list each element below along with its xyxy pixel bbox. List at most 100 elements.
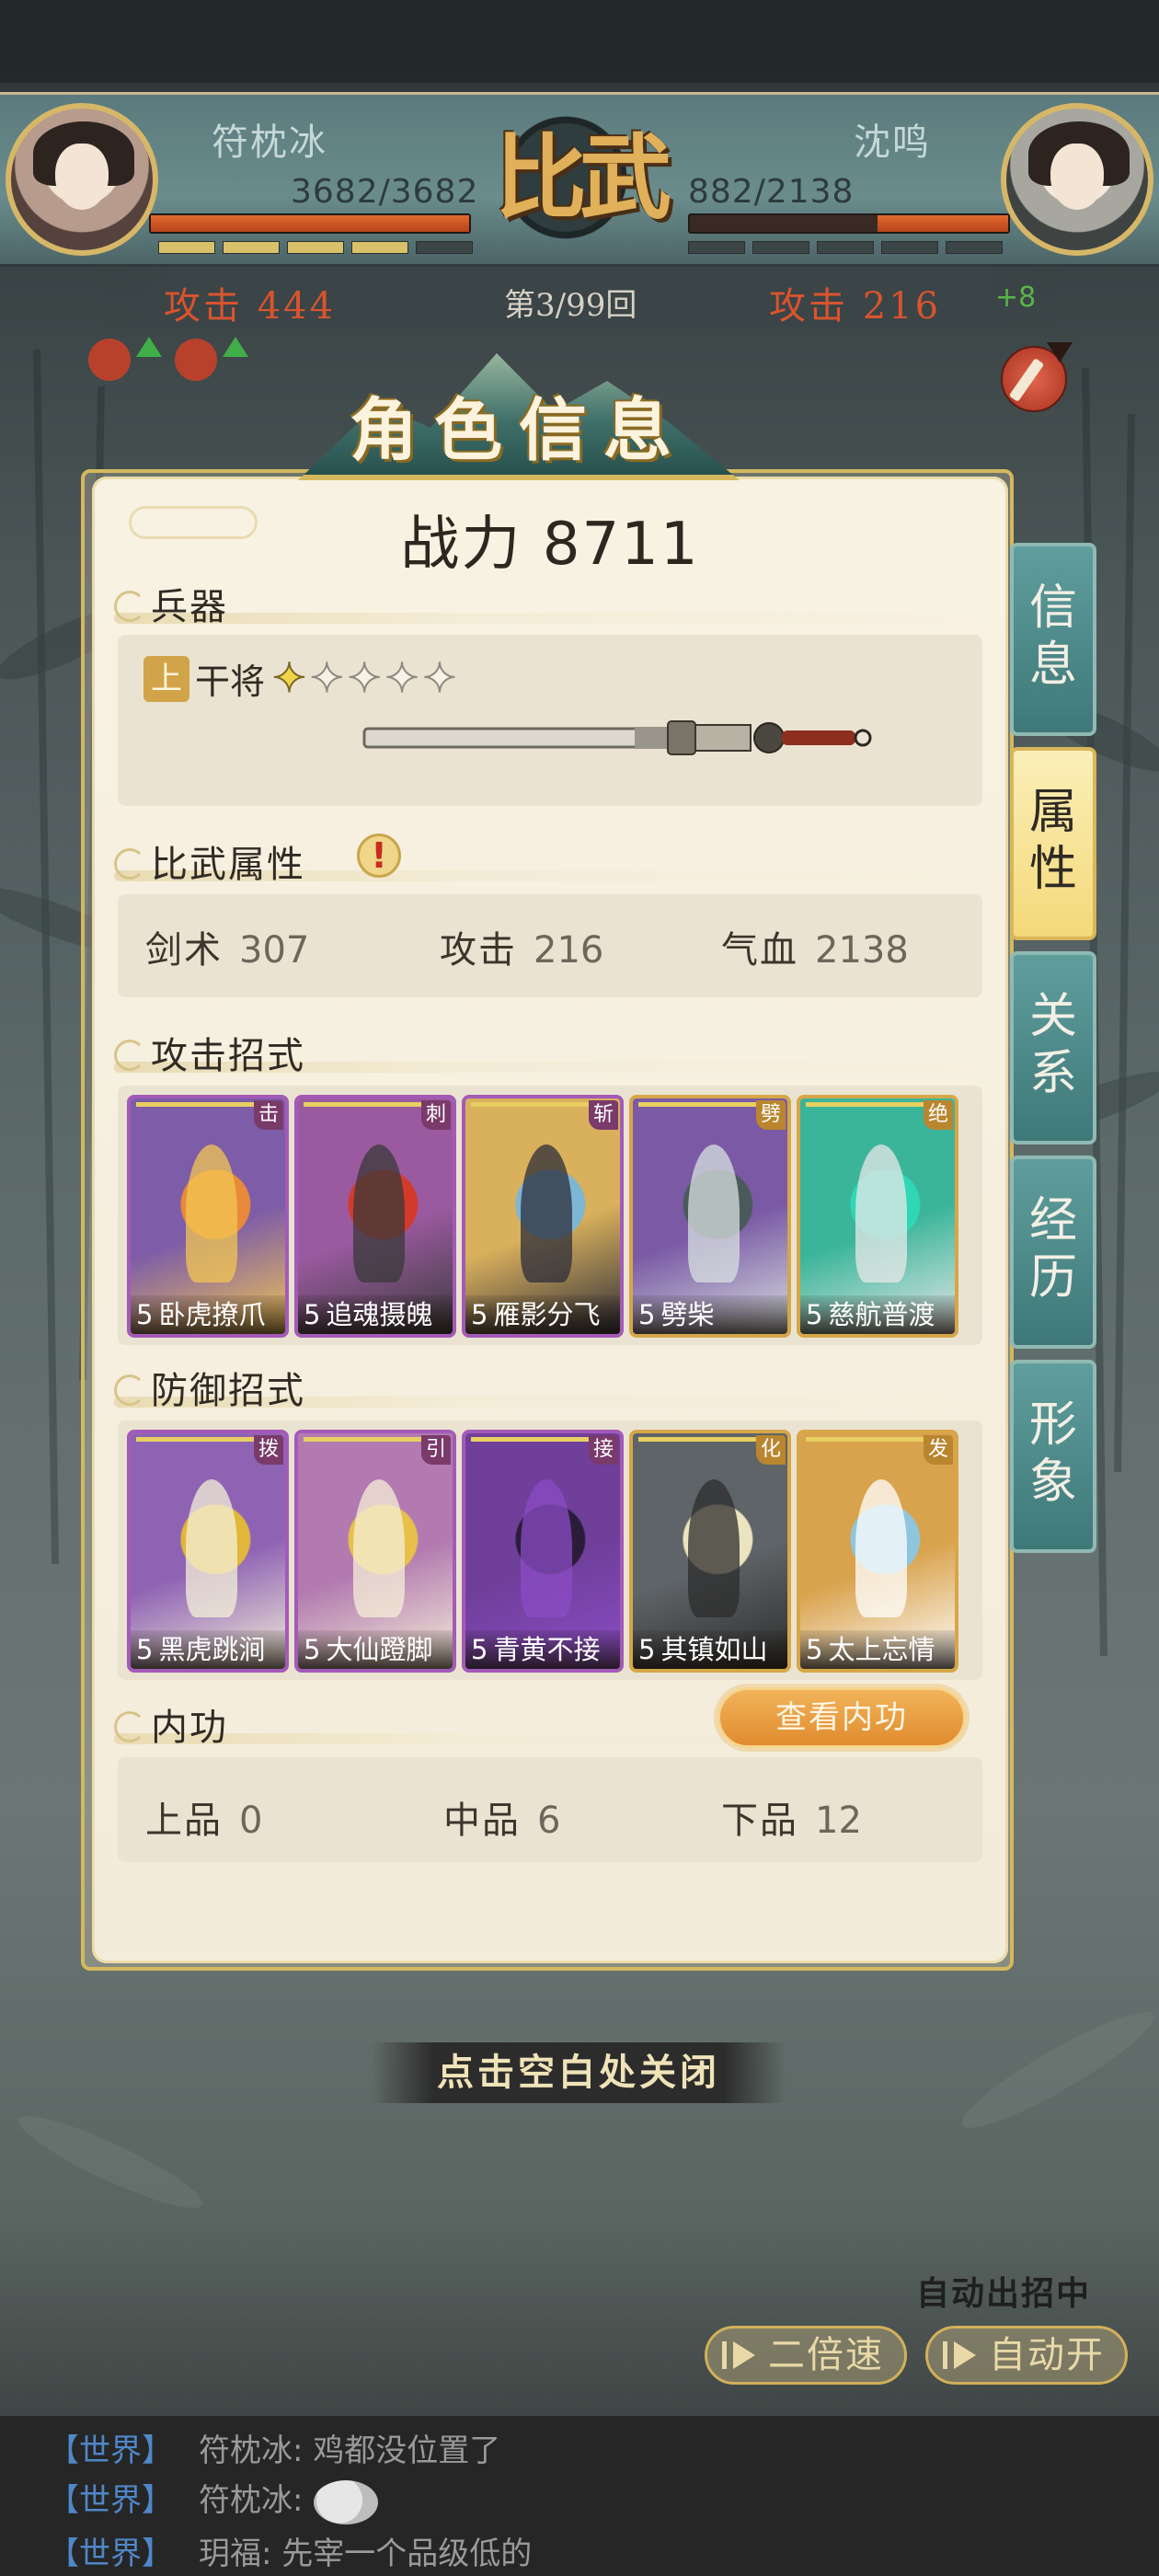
move-name: 大仙蹬脚: [326, 1634, 433, 1665]
energy-segment: [881, 241, 938, 254]
weapon-name: 干将: [195, 661, 266, 702]
move-level: 5: [471, 1299, 488, 1330]
star-icon: ✦: [384, 654, 420, 702]
sword-icon: [362, 720, 872, 755]
inner-skill-inferior: 下品 12: [721, 1800, 862, 1842]
modal-title: 角色信息: [350, 391, 688, 470]
player-hp-text: 3682/3682: [291, 173, 479, 211]
move-level: 5: [136, 1299, 154, 1330]
attr-sword-skill: 剑术 307: [145, 929, 310, 972]
section-defense-moves: 防御招式: [114, 1362, 997, 1413]
tab-info[interactable]: 信息: [1010, 543, 1096, 736]
move-level: 5: [638, 1299, 656, 1330]
energy-segment: [416, 241, 473, 254]
pause-bar-icon: [722, 2341, 727, 2369]
buff-icon: [88, 339, 131, 381]
move-card-label: 5 雁影分飞: [465, 1295, 620, 1334]
move-name: 卧虎撩爪: [158, 1299, 266, 1330]
combat-power: 战力 8711: [400, 511, 700, 579]
play-icon: [733, 2341, 755, 2369]
defense-move-card[interactable]: 引 5 大仙蹬脚: [294, 1430, 456, 1673]
chat-message: 【世界】 符枕冰: 鸡都没位置了: [48, 2432, 501, 2469]
attack-move-card[interactable]: 刺 5 追魂摄魄: [294, 1095, 456, 1338]
defense-move-card[interactable]: 拨 5 黑虎跳涧: [127, 1430, 289, 1673]
move-card-label: 5 太上忘情: [800, 1630, 955, 1669]
player-name: 符枕冰: [212, 121, 327, 164]
move-type-tag: 斩: [589, 1100, 618, 1130]
energy-segment: [158, 241, 215, 254]
attack-move-card[interactable]: 击 5 卧虎撩爪: [127, 1095, 289, 1338]
player-attack: 攻击 444: [164, 285, 337, 328]
energy-segment: [817, 241, 874, 254]
defense-move-card[interactable]: 发 5 太上忘情: [797, 1430, 958, 1673]
tab-appearance[interactable]: 形象: [1010, 1360, 1096, 1553]
tab-history[interactable]: 经历: [1010, 1156, 1096, 1349]
tab-attributes[interactable]: 属性: [1010, 747, 1096, 940]
move-name: 其镇如山: [660, 1634, 768, 1665]
opponent-energy-segments: [688, 241, 1003, 254]
player-energy-segments: [158, 241, 473, 254]
move-name: 太上忘情: [828, 1634, 935, 1665]
energy-segment: [946, 241, 1003, 254]
move-card-label: 5 黑虎跳涧: [131, 1630, 285, 1669]
auto-attack-status: 自动出招中: [916, 2274, 1092, 2313]
attack-move-card[interactable]: 绝 5 慈航普渡: [797, 1095, 958, 1338]
move-card-label: 5 卧虎撩爪: [131, 1295, 285, 1334]
move-type-tag: 击: [254, 1100, 283, 1130]
buff-icon: [175, 339, 217, 381]
defense-move-card[interactable]: 接 5 青黄不接: [462, 1430, 624, 1673]
play-icon: [954, 2341, 976, 2369]
opponent-portrait[interactable]: [1001, 103, 1153, 256]
section-duel-attributes: 比武属性: [114, 835, 997, 887]
move-type-tag: 劈: [756, 1100, 786, 1130]
player-hp-bar: [149, 213, 471, 234]
energy-segment: [223, 241, 280, 254]
double-speed-button[interactable]: 二倍速: [705, 2326, 907, 2385]
attack-move-cards: 击 5 卧虎撩爪刺 5 追魂摄魄斩 5 雁影分飞劈 5 劈柴绝 5 慈航普渡: [127, 1095, 958, 1338]
move-name: 雁影分飞: [493, 1299, 601, 1330]
move-name: 追魂摄魄: [326, 1299, 433, 1330]
auto-toggle-button[interactable]: 自动开: [925, 2326, 1128, 2385]
move-name: 黑虎跳涧: [158, 1634, 266, 1665]
player-portrait[interactable]: [6, 103, 158, 256]
defense-move-card[interactable]: 化 5 其镇如山: [629, 1430, 791, 1673]
view-inner-skill-button[interactable]: 查看内功: [717, 1687, 966, 1748]
star-icon: ✦: [271, 654, 307, 702]
move-name: 青黄不接: [493, 1634, 601, 1665]
chat-message: 【世界】 符枕冰:: [48, 2475, 379, 2524]
move-card-label: 5 大仙蹬脚: [298, 1630, 453, 1669]
section-attack-moves: 攻击招式: [114, 1027, 997, 1078]
move-level: 5: [304, 1634, 321, 1665]
inner-skill-medium: 中品 6: [443, 1800, 561, 1842]
defense-move-cards: 拨 5 黑虎跳涧引 5 大仙蹬脚接 5 青黄不接化 5 其镇如山发 5 太上忘情: [127, 1430, 958, 1673]
move-level: 5: [136, 1634, 154, 1665]
move-type-tag: 绝: [924, 1100, 953, 1130]
weapon-info: 上 干将 ✦ ✦ ✦ ✦ ✦: [143, 653, 458, 704]
move-type-tag: 刺: [421, 1100, 451, 1130]
star-icon: ✦: [309, 654, 345, 702]
attack-move-card[interactable]: 劈 5 劈柴: [629, 1095, 791, 1338]
sticker-emoji-icon: [314, 2479, 379, 2524]
move-type-tag: 引: [421, 1435, 451, 1465]
move-level: 5: [471, 1634, 488, 1665]
move-level: 5: [806, 1299, 823, 1330]
move-type-tag: 化: [756, 1435, 786, 1465]
modal-title-banner: 角色信息: [243, 342, 795, 489]
energy-segment: [688, 241, 745, 254]
move-level: 5: [304, 1299, 321, 1330]
opponent-hp-bar: [688, 213, 1010, 234]
inner-skill-superior: 上品 0: [145, 1800, 263, 1842]
move-card-label: 5 慈航普渡: [800, 1295, 955, 1334]
attribute-alert-icon[interactable]: !: [357, 834, 401, 878]
move-type-tag: 接: [589, 1435, 618, 1465]
energy-segment: [287, 241, 344, 254]
tab-relations[interactable]: 关系: [1010, 951, 1096, 1144]
move-name: 劈柴: [660, 1299, 715, 1330]
world-chat[interactable]: 【世界】 符枕冰: 鸡都没位置了 【世界】 符枕冰: 【世界】 玥福: 先宰一个品级低…: [0, 2416, 1159, 2576]
attack-move-card[interactable]: 斩 5 雁影分飞: [462, 1095, 624, 1338]
battle-title: 比武: [495, 123, 671, 232]
weapon-stars: ✦ ✦ ✦ ✦ ✦: [271, 654, 458, 702]
close-hint[interactable]: 点击空白处关闭: [372, 2042, 786, 2103]
move-type-tag: 发: [924, 1435, 953, 1465]
star-icon: ✦: [422, 654, 458, 702]
